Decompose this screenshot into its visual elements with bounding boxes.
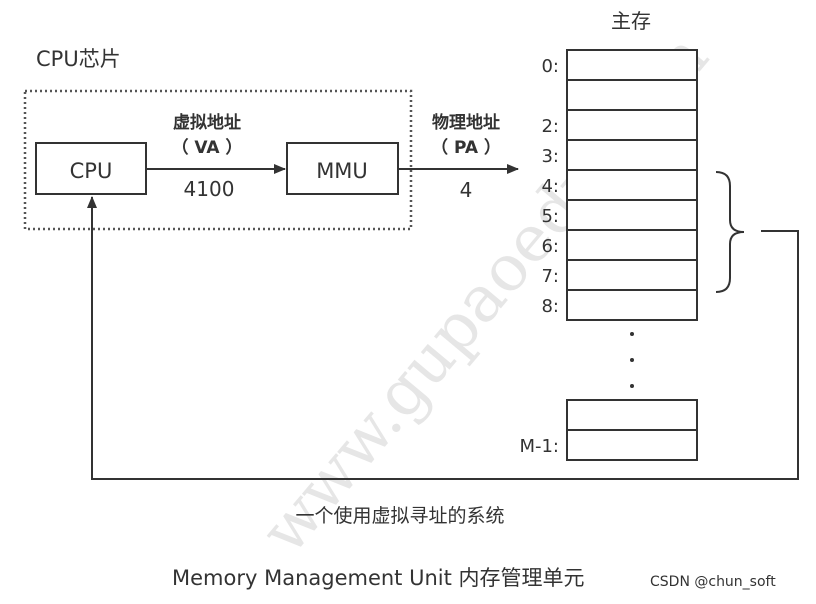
pa-value: 4: [460, 178, 473, 202]
memory-cell: [566, 429, 698, 461]
memory-address-label: 0:: [541, 56, 559, 77]
virtual-addressing-diagram: www.gupaoedu.com CPU芯片 CPU MMU 虚拟地址 （ VA…: [23, 9, 799, 590]
memory-cell: [566, 199, 698, 231]
memory-cell: [566, 289, 698, 321]
cpu-chip-label: CPU芯片: [36, 47, 121, 71]
memory-cell: [566, 259, 698, 291]
memory-address-label: M-1:: [519, 436, 559, 457]
memory-address-label: 6:: [541, 236, 559, 257]
memory-cell: [566, 229, 698, 261]
page-group-brace: [715, 171, 745, 293]
va-value: 4100: [184, 177, 235, 201]
memory-address-label: 5:: [541, 206, 559, 227]
pa-title: 物理地址: [432, 112, 500, 133]
va-abbr: （ VA ）: [172, 137, 243, 158]
ellipsis-dot: [630, 332, 634, 336]
memory-address-label: 3:: [541, 146, 559, 167]
memory-address-label: 4:: [541, 176, 559, 197]
va-title: 虚拟地址: [173, 112, 241, 133]
credit-text: CSDN @chun_soft: [650, 574, 776, 590]
memory-address-label: 8:: [541, 296, 559, 317]
memory-ellipsis: [630, 332, 634, 388]
memory-cell: [566, 79, 698, 111]
memory-address-label: 7:: [541, 266, 559, 287]
memory-address-label: 2:: [541, 116, 559, 137]
memory-cell: [566, 139, 698, 171]
memory-cell: [566, 49, 698, 81]
pa-abbr: （ PA ）: [431, 137, 501, 158]
ellipsis-dot: [630, 358, 634, 362]
cpu-label: CPU: [70, 159, 113, 183]
mmu-caption: Memory Management Unit 内存管理单元: [172, 566, 585, 590]
ellipsis-dot: [630, 384, 634, 388]
main-memory-tail-rows: M-1:: [519, 399, 698, 461]
memory-cell: [566, 399, 698, 431]
main-memory-title: 主存: [611, 9, 651, 33]
mmu-label: MMU: [316, 159, 368, 183]
memory-cell: [566, 169, 698, 201]
system-caption: 一个使用虚拟寻址的系统: [295, 505, 504, 527]
memory-cell: [566, 109, 698, 141]
